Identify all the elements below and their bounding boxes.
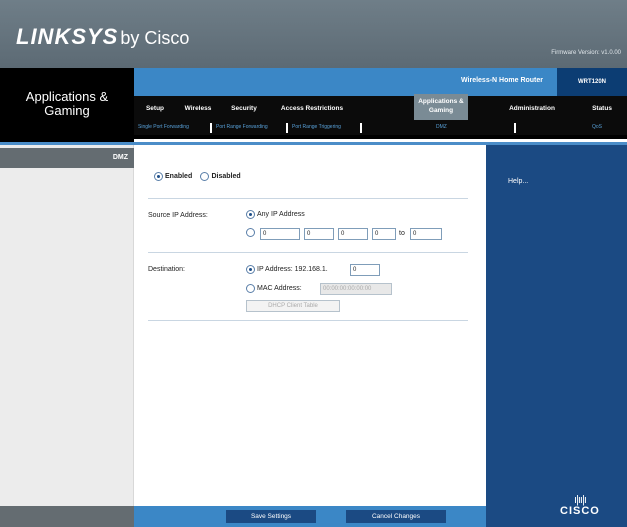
brand-text: LINKSYS [16, 24, 119, 49]
subtab-separator [286, 123, 288, 133]
save-settings-button[interactable]: Save Settings [226, 510, 316, 523]
tab-wireless[interactable]: Wireless [178, 96, 218, 122]
src-ip-octet-4[interactable]: 0 [372, 228, 396, 240]
sub-nav: Single Port Forwarding Port Range Forwar… [134, 122, 627, 135]
page-header: LINKSYS by Cisco Firmware Version: v1.0.0… [0, 0, 627, 68]
ip-range-row [246, 228, 255, 238]
tab-security[interactable]: Security [224, 96, 264, 122]
src-ip-octet-1[interactable]: 0 [260, 228, 300, 240]
divider [148, 252, 468, 253]
any-ip-radio[interactable] [246, 210, 255, 220]
cisco-bars-icon: ı|ıı|ı [573, 494, 587, 506]
divider [148, 320, 468, 321]
dmz-disabled-label: Disabled [211, 173, 241, 181]
source-ip-label: Source IP Address: [148, 212, 208, 219]
firmware-version: Firmware Version: v1.0.00 [551, 50, 621, 56]
divider [148, 198, 468, 199]
cisco-wordmark: CISCO [560, 505, 600, 517]
ip-range-radio[interactable] [246, 228, 255, 238]
subtab-separator [360, 123, 362, 133]
subtab-separator [210, 123, 212, 133]
dmz-enabled-radio[interactable] [154, 172, 163, 182]
subtab-qos[interactable]: QoS [592, 124, 602, 130]
subtab-separator [514, 123, 516, 133]
dest-ip-last-octet[interactable]: 0 [350, 264, 380, 276]
src-ip-range-end[interactable]: 0 [410, 228, 442, 240]
brand-by: by Cisco [120, 28, 190, 48]
dmz-enabled-label: Enabled [165, 173, 193, 181]
subtab-dmz[interactable]: DMZ [436, 124, 447, 130]
cancel-changes-button[interactable]: Cancel Changes [346, 510, 446, 523]
destination-label: Destination: [148, 266, 185, 273]
section-title-text: Applications & Gaming [25, 89, 109, 118]
subtab-single-port-forwarding[interactable]: Single Port Forwarding [138, 124, 189, 130]
help-link[interactable]: Help... [508, 178, 528, 185]
any-ip-row: Any IP Address [246, 210, 305, 220]
linksys-logo: LINKSYS by Cisco [16, 24, 189, 50]
dest-ip-label: IP Address: 192.168.1. [257, 266, 328, 274]
footer-left [0, 506, 134, 527]
product-name: Wireless-N Home Router [460, 77, 543, 84]
dest-mac-label: MAC Address: [257, 285, 302, 293]
any-ip-label: Any IP Address [257, 211, 305, 219]
dhcp-client-table-button[interactable]: DHCP Client Table [246, 300, 340, 312]
tab-access-restrictions[interactable]: Access Restrictions [270, 96, 354, 122]
dest-ip-row: IP Address: 192.168.1. [246, 265, 328, 275]
dmz-toggle: Enabled Disabled [154, 172, 241, 182]
tab-setup[interactable]: Setup [138, 96, 172, 122]
dest-mac-radio[interactable] [246, 284, 255, 294]
tab-administration[interactable]: Administration [500, 96, 564, 122]
product-bar: Wireless-N Home Router WRT120N [134, 68, 627, 96]
tab-applications-gaming[interactable]: Applications & Gaming [414, 94, 468, 120]
dmz-disabled-radio[interactable] [200, 172, 210, 182]
main-nav: Setup Wireless Security Access Restricti… [134, 94, 627, 122]
model-number: WRT120N [557, 68, 627, 96]
subtab-port-range-forwarding[interactable]: Port Range Forwarding [216, 124, 268, 130]
dest-ip-radio[interactable] [246, 265, 255, 275]
cisco-logo: ı|ıı|ı CISCO [560, 494, 600, 518]
tab-status[interactable]: Status [584, 96, 620, 122]
subtab-port-range-triggering[interactable]: Port Range Triggering [292, 124, 341, 130]
src-ip-octet-2[interactable]: 0 [304, 228, 334, 240]
dest-mac-row: MAC Address: [246, 284, 302, 294]
divider [0, 135, 627, 139]
main-content [134, 145, 486, 506]
section-label-dmz: DMZ [0, 148, 134, 168]
help-column [486, 145, 627, 527]
left-column [0, 145, 134, 506]
src-ip-octet-3[interactable]: 0 [338, 228, 368, 240]
mac-address-field[interactable]: 00:00:00:00:00:00 [320, 283, 392, 295]
to-label: to [399, 230, 405, 237]
